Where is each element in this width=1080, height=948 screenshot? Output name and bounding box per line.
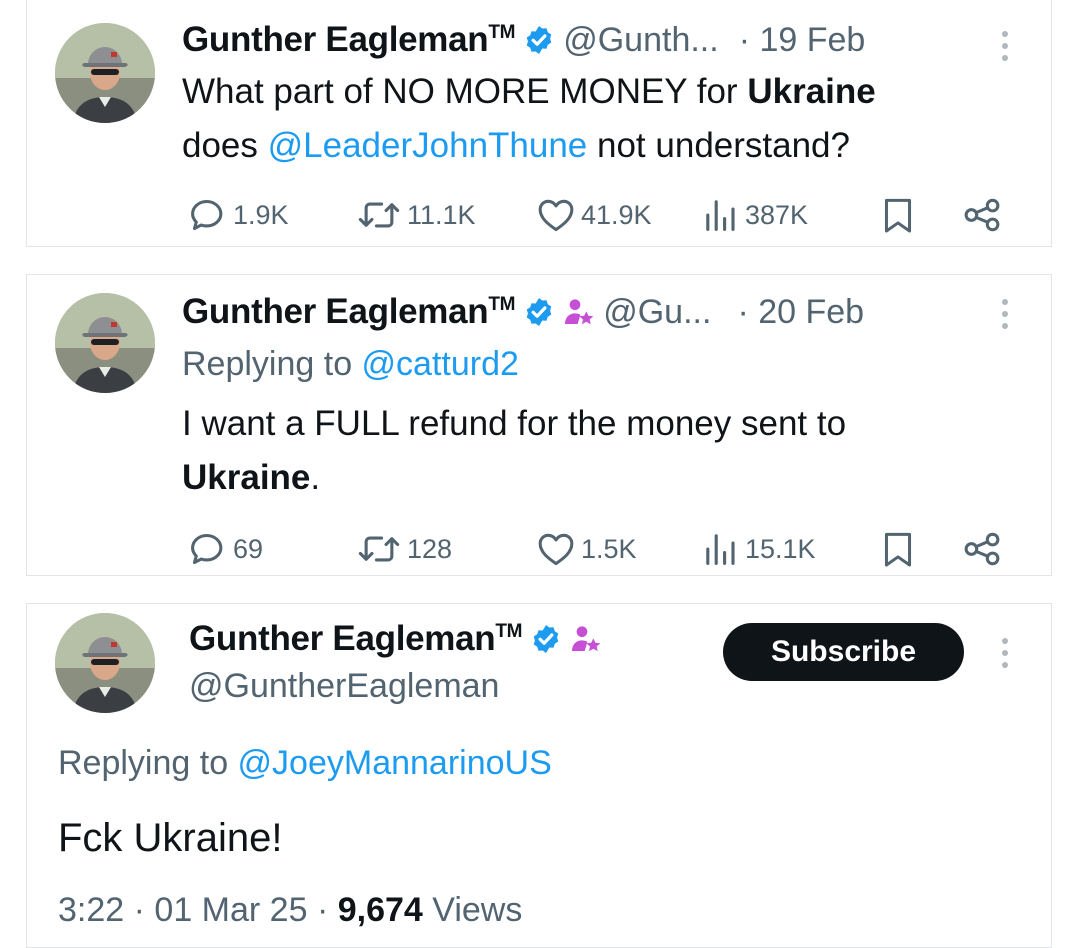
mention-link[interactable]: @catturd2 <box>362 345 519 383</box>
subscriber-badge-icon <box>563 296 595 328</box>
author-handle[interactable]: @GuntherEagleman <box>189 662 499 710</box>
verified-badge-icon <box>530 623 562 655</box>
bookmark-icon <box>883 197 913 235</box>
repost-icon <box>357 197 401 233</box>
tweet-text-line-2: does @LeaderJohnThune not understand? <box>182 126 850 165</box>
mention-link[interactable]: @JoeyMannarinoUS <box>238 744 552 782</box>
views-icon <box>703 531 739 567</box>
views-icon <box>703 197 739 233</box>
tweet-meta: 3:22 · 01 Mar 25 · 9,674 Views <box>58 891 523 929</box>
reply-icon <box>189 531 227 567</box>
like-button[interactable]: 1.5K <box>537 531 637 567</box>
reply-icon <box>189 197 227 233</box>
share-icon <box>962 531 1002 567</box>
bookmark-button[interactable] <box>883 531 913 569</box>
tweet-text-line-2: Ukraine. <box>182 458 321 497</box>
repost-icon <box>357 531 401 567</box>
views-button[interactable]: 387K <box>703 197 808 233</box>
more-icon[interactable] <box>1002 31 1010 67</box>
reply-button[interactable]: 1.9K <box>189 197 289 233</box>
repost-button[interactable]: 11.1K <box>357 197 476 233</box>
tweet-date[interactable]: · 19 Feb <box>739 21 866 60</box>
replying-to: Replying to @catturd2 <box>182 345 519 383</box>
tweet-text: Fck Ukraine! <box>58 816 283 860</box>
tweet-card-expanded[interactable]: Gunther EaglemanTM @GuntherEagleman Subs… <box>26 603 1052 948</box>
author-name[interactable]: Gunther EaglemanTM <box>182 292 516 332</box>
bookmark-button[interactable] <box>883 197 913 235</box>
author-handle[interactable]: @Gunth... <box>563 21 718 60</box>
tweet-date[interactable]: 01 Mar 25 <box>154 891 307 929</box>
verified-badge-icon <box>523 296 555 328</box>
like-icon <box>537 531 575 567</box>
bookmark-icon <box>883 531 913 569</box>
author-handle[interactable]: @Gu... <box>603 293 711 332</box>
avatar[interactable] <box>55 613 155 713</box>
author-name[interactable]: Gunther EaglemanTM <box>189 619 523 659</box>
share-icon <box>962 197 1002 233</box>
tweet-card[interactable]: Gunther EaglemanTM @Gu... · 20 Feb Reply… <box>26 274 1052 576</box>
share-button[interactable] <box>962 531 1002 567</box>
more-icon[interactable] <box>1002 638 1010 674</box>
reply-button[interactable]: 69 <box>189 531 263 567</box>
mention-link[interactable]: @LeaderJohnThune <box>268 126 588 165</box>
repost-button[interactable]: 128 <box>357 531 452 567</box>
tweet-card[interactable]: Gunther EaglemanTM @Gunth... · 19 Feb Wh… <box>26 0 1052 247</box>
avatar[interactable] <box>55 23 155 123</box>
tweet-time[interactable]: 3:22 <box>58 891 124 929</box>
tweet-date[interactable]: · 20 Feb <box>737 293 864 332</box>
share-button[interactable] <box>962 197 1002 233</box>
verified-badge-icon <box>523 24 555 56</box>
subscriber-badge-icon <box>570 623 602 655</box>
views-button[interactable]: 15.1K <box>703 531 816 567</box>
subscribe-button[interactable]: Subscribe <box>723 623 964 681</box>
tweet-text-line-1: I want a FULL refund for the money sent … <box>182 404 847 443</box>
tweet-text-line-1: What part of NO MORE MONEY for Ukraine <box>182 72 876 111</box>
more-icon[interactable] <box>1002 299 1010 335</box>
replying-to: Replying to @JoeyMannarinoUS <box>58 744 552 782</box>
avatar[interactable] <box>55 293 155 393</box>
author-name[interactable]: Gunther EaglemanTM <box>182 20 516 60</box>
views-count: 9,674 <box>337 891 423 929</box>
like-icon <box>537 197 575 233</box>
like-button[interactable]: 41.9K <box>537 197 652 233</box>
